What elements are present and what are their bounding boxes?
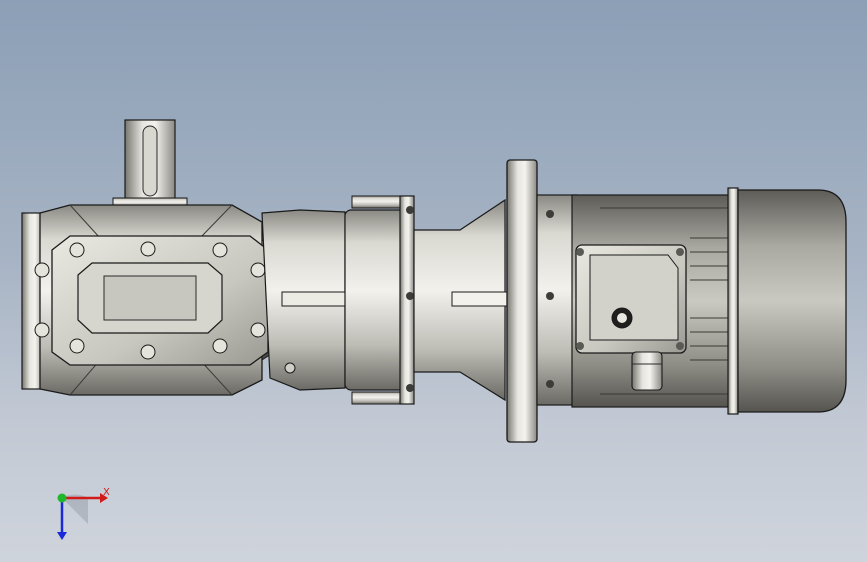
coupling-flange[interactable]	[344, 195, 415, 405]
cable-gland[interactable]	[631, 351, 663, 391]
gearmotor-model[interactable]	[0, 0, 867, 562]
x-axis-label: X	[103, 487, 110, 498]
gearbox-cover[interactable]	[34, 235, 269, 366]
coordinate-triad: X Y	[40, 478, 120, 548]
bell-housing[interactable]	[413, 198, 509, 402]
adapter-bracket[interactable]	[261, 209, 347, 391]
graphics-viewport[interactable]: X Y	[0, 0, 867, 562]
y-axis-label: Y	[59, 531, 66, 542]
terminal-box[interactable]	[575, 244, 687, 354]
output-shaft[interactable]	[112, 119, 188, 208]
motor-flange[interactable]	[506, 159, 578, 443]
motor-fan-cover[interactable]	[727, 187, 847, 415]
origin-dot	[57, 493, 67, 503]
